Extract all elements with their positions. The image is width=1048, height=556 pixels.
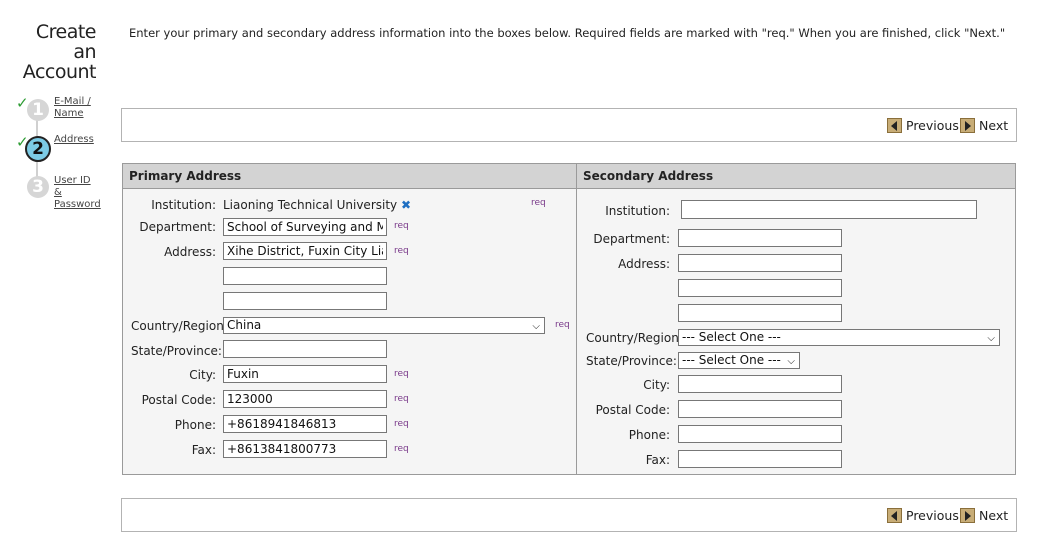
- secondary-address-label: Address:: [618, 257, 670, 271]
- previous-label: Previous: [906, 508, 959, 523]
- step-3-label-line3: Password: [54, 199, 101, 210]
- country-selected-value: China: [227, 318, 262, 332]
- arrow-right-icon: [960, 508, 975, 523]
- phone-label: Phone:: [174, 418, 216, 432]
- secondary-city-label: City:: [643, 378, 670, 392]
- step-link-email-name[interactable]: E-Mail / Name: [54, 96, 91, 120]
- city-input[interactable]: [223, 365, 387, 383]
- chevron-down-icon: ⌵: [532, 321, 540, 332]
- address-label: Address:: [164, 245, 216, 259]
- arrow-right-icon: [960, 118, 975, 133]
- secondary-country-select[interactable]: --- Select One --- ⌵: [678, 329, 1000, 346]
- instructions-text: Enter your primary and secondary address…: [129, 26, 1006, 40]
- secondary-department-input[interactable]: [678, 229, 842, 247]
- step-link-address[interactable]: Address: [54, 134, 94, 146]
- req-marker: req: [555, 320, 570, 330]
- bottom-nav-bar: Previous Next: [121, 498, 1017, 532]
- page-title: Create an Account: [10, 21, 97, 83]
- secondary-address-panel: Secondary Address Institution: Departmen…: [576, 163, 1016, 475]
- secondary-institution-label: Institution:: [605, 204, 670, 218]
- step-1-circle: 1: [27, 99, 49, 121]
- top-nav-bar: Previous Next: [121, 108, 1017, 142]
- state-input[interactable]: [223, 340, 387, 358]
- req-marker: req: [531, 198, 546, 208]
- step-3-circle: 3: [27, 176, 49, 198]
- step-1-label-line1: E-Mail /: [54, 96, 91, 107]
- step-1-label-line2: Name: [54, 108, 84, 119]
- page-title-line1: Create an: [35, 21, 97, 63]
- next-button[interactable]: Next: [960, 117, 1008, 134]
- city-label: City:: [189, 368, 216, 382]
- postal-code-input[interactable]: [223, 390, 387, 408]
- department-label: Department:: [139, 220, 216, 234]
- req-marker: req: [394, 221, 409, 231]
- step-3-label-line2: &: [54, 187, 62, 198]
- country-select[interactable]: China ⌵: [223, 317, 545, 334]
- previous-label: Previous: [906, 118, 959, 133]
- secondary-country-label: Country/Region: [586, 331, 679, 345]
- req-marker: req: [394, 394, 409, 404]
- arrow-left-icon: [887, 508, 902, 523]
- req-marker: req: [394, 246, 409, 256]
- step-3-label-line1: User ID: [54, 175, 91, 186]
- secondary-fax-input[interactable]: [678, 450, 842, 468]
- secondary-address-heading: Secondary Address: [577, 164, 1015, 189]
- previous-button[interactable]: Previous: [887, 507, 959, 524]
- step-2-label: Address: [54, 134, 94, 145]
- primary-address-heading: Primary Address: [123, 164, 576, 189]
- secondary-postal-code-label: Postal Code:: [595, 403, 670, 417]
- req-marker: req: [394, 369, 409, 379]
- fax-input[interactable]: [223, 440, 387, 458]
- next-label: Next: [979, 508, 1009, 523]
- req-marker: req: [394, 444, 409, 454]
- secondary-address-line1-input[interactable]: [678, 254, 842, 272]
- institution-name: Liaoning Technical University: [223, 198, 398, 212]
- secondary-phone-label: Phone:: [628, 428, 670, 442]
- secondary-fax-label: Fax:: [645, 453, 670, 467]
- fax-label: Fax:: [191, 443, 216, 457]
- secondary-city-input[interactable]: [678, 375, 842, 393]
- secondary-institution-input[interactable]: [681, 200, 977, 219]
- secondary-state-select[interactable]: --- Select One --- ⌵: [678, 352, 800, 369]
- primary-address-panel: Primary Address Institution: Liaoning Te…: [122, 163, 577, 475]
- next-label: Next: [979, 118, 1009, 133]
- address-line1-input[interactable]: [223, 242, 387, 260]
- req-marker: req: [394, 419, 409, 429]
- arrow-left-icon: [887, 118, 902, 133]
- secondary-department-label: Department:: [593, 232, 670, 246]
- address-line2-input[interactable]: [223, 267, 387, 285]
- state-label: State/Province:: [131, 344, 222, 358]
- secondary-address-line2-input[interactable]: [678, 279, 842, 297]
- page-title-line2: Account: [22, 61, 97, 83]
- step-link-userid-password[interactable]: User ID & Password: [54, 175, 101, 211]
- previous-button[interactable]: Previous: [887, 117, 959, 134]
- chevron-down-icon: ⌵: [987, 333, 995, 344]
- chevron-down-icon: ⌵: [787, 356, 795, 367]
- next-button[interactable]: Next: [960, 507, 1008, 524]
- country-label: Country/Region: [131, 319, 224, 333]
- postal-code-label: Postal Code:: [141, 393, 216, 407]
- step-2-circle-current: 2: [25, 136, 51, 162]
- institution-value: Liaoning Technical University ✖: [223, 198, 411, 212]
- secondary-state-label: State/Province:: [586, 354, 677, 368]
- institution-label: Institution:: [151, 198, 216, 212]
- address-line3-input[interactable]: [223, 292, 387, 310]
- secondary-phone-input[interactable]: [678, 425, 842, 443]
- secondary-address-line3-input[interactable]: [678, 304, 842, 322]
- secondary-country-selected-value: --- Select One ---: [682, 330, 781, 344]
- department-input[interactable]: [223, 218, 387, 236]
- secondary-state-selected-value: --- Select One ---: [682, 353, 781, 367]
- secondary-postal-code-input[interactable]: [678, 400, 842, 418]
- phone-input[interactable]: [223, 415, 387, 433]
- remove-institution-icon[interactable]: ✖: [401, 198, 411, 212]
